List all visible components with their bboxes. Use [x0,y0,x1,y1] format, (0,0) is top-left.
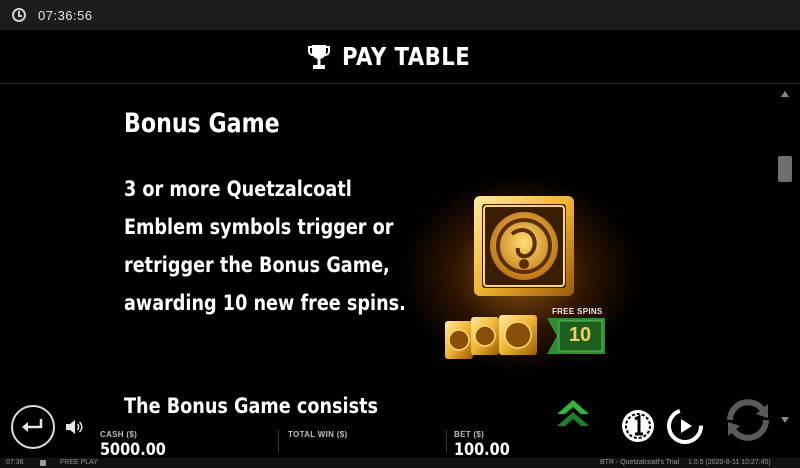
footer-game: BTR - Quetzalcoatl's Trial [600,459,680,466]
section-title: Bonus Game [124,108,280,139]
footer: 07:36 FREE PLAY BTR - Quetzalcoatl's Tri… [0,458,800,468]
bonus-description: 3 or more Quetzalcoatl Emblem symbols tr… [124,170,406,322]
status-bar: 07:36:56 [0,0,800,30]
status-time: 07:36:56 [38,7,93,23]
spin-button[interactable] [720,392,776,448]
mini-emblem-icon [471,317,499,355]
bet-label: BET ($) [454,430,485,439]
description-line: Emblem symbols trigger or [124,215,394,239]
description-line: 3 or more Quetzalcoatl [124,177,352,201]
trophy-icon [307,44,330,69]
total-win-label: TOTAL WIN ($) [288,430,348,439]
clock-icon [12,8,26,22]
coin-value-button[interactable] [620,408,656,444]
cash-display: CASH ($) 5000.00 [100,430,177,460]
back-button[interactable] [11,405,55,449]
scrollbar[interactable] [776,84,794,428]
free-spins-label: FREE SPINS [552,307,603,316]
return-arrow-icon [22,419,43,432]
paytable-content[interactable]: Bonus Game 3 or more Quetzalcoatl Emblem… [0,84,776,428]
section-subtitle: The Bonus Game consists [124,394,379,418]
description-line: awarding 10 new free spins. [124,291,406,315]
autoplay-button[interactable] [666,407,704,445]
header: PAY TABLE [0,30,800,83]
mini-emblem-icon [499,315,537,355]
quetzalcoatl-emblem-icon [474,196,574,296]
footer-time: 07:36 [6,459,24,466]
total-win-display: TOTAL WIN ($) [288,430,347,440]
scroll-thumb[interactable] [778,156,792,182]
footer-mode: FREE PLAY [60,459,98,466]
speaker-icon[interactable] [64,417,84,437]
free-spins-value: 10 [568,324,592,346]
green-arrow-icon [557,400,589,426]
cash-value: 5000.00 [100,440,166,460]
footer-version: 1.0.5 (2020-8-11 10:27:45) [688,459,771,466]
free-spins-badge: 10 [547,318,605,354]
bet-value: 100.00 [454,440,510,460]
stat-divider [446,430,447,452]
description-line: retrigger the Bonus Game, [124,253,390,277]
cash-label: CASH ($) [100,430,138,439]
stat-divider [278,430,279,452]
footer-flag-icon [40,460,46,466]
scroll-down-icon[interactable] [780,416,790,424]
bet-display: BET ($) 100.00 [454,430,520,460]
scroll-up-icon[interactable] [780,90,790,98]
page-title: PAY TABLE [341,42,470,71]
